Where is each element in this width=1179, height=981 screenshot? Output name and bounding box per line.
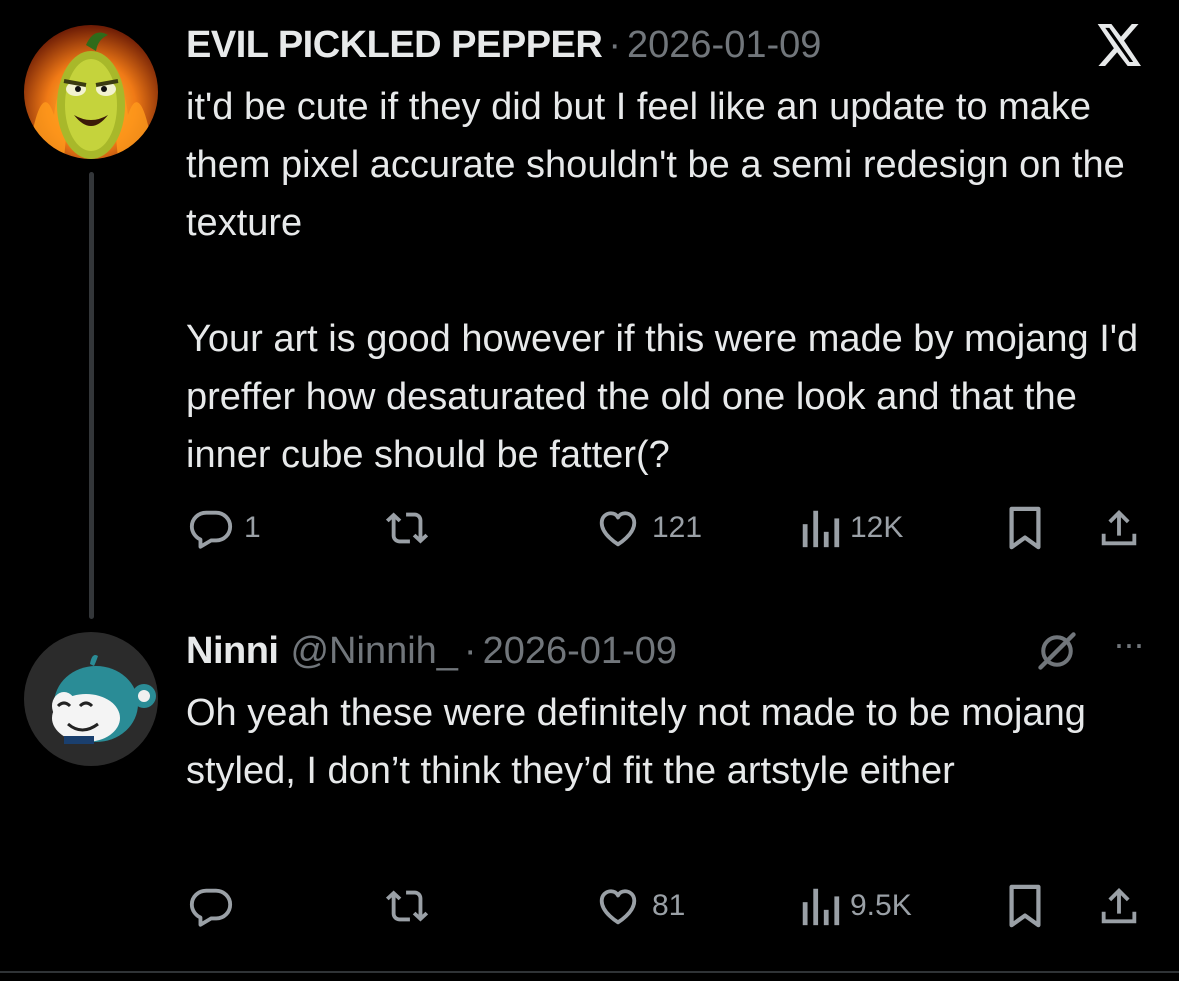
pepper-avatar-image bbox=[24, 25, 158, 159]
display-name[interactable]: Ninni bbox=[186, 626, 279, 676]
repost-icon bbox=[384, 505, 432, 551]
action-bar: 1 121 12K bbox=[186, 498, 1146, 558]
tweet-text: it'd be cute if they did but I feel like… bbox=[186, 78, 1156, 484]
tweet-paragraph: Your art is good however if this were ma… bbox=[186, 318, 1139, 476]
monkey-avatar-image bbox=[24, 632, 158, 766]
repost-button[interactable] bbox=[384, 876, 442, 936]
views-icon bbox=[800, 505, 840, 551]
like-button[interactable]: 121 bbox=[594, 498, 702, 558]
avatar[interactable] bbox=[24, 25, 158, 159]
x-logo-icon bbox=[1097, 24, 1143, 66]
tweet-date[interactable]: 2026-01-09 bbox=[627, 20, 821, 70]
avatar[interactable] bbox=[24, 632, 158, 766]
bookmark-icon bbox=[1004, 505, 1046, 551]
reply-button[interactable] bbox=[188, 876, 244, 936]
action-bar: 81 9.5K bbox=[186, 876, 1146, 936]
views-count: 12K bbox=[850, 511, 904, 544]
share-icon bbox=[1096, 505, 1142, 551]
like-button[interactable]: 81 bbox=[594, 876, 685, 936]
repost-icon bbox=[384, 883, 432, 929]
share-button[interactable] bbox=[1096, 498, 1142, 558]
repost-button[interactable] bbox=[384, 498, 442, 558]
views-button[interactable]: 12K bbox=[800, 498, 903, 558]
bookmark-button[interactable] bbox=[1004, 498, 1046, 558]
share-icon bbox=[1096, 883, 1142, 929]
heart-icon bbox=[594, 505, 642, 551]
tweet[interactable]: EVIL PICKLED PEPPER · 2026-01-09 it'd be… bbox=[0, 0, 1179, 600]
tweet-paragraph: Oh yeah these were definitely not made t… bbox=[186, 692, 1086, 792]
like-count: 81 bbox=[652, 889, 686, 922]
header-separator: · bbox=[463, 630, 477, 672]
display-name[interactable]: EVIL PICKLED PEPPER bbox=[186, 20, 603, 70]
grok-icon[interactable] bbox=[1035, 629, 1079, 673]
tweet-header: EVIL PICKLED PEPPER · 2026-01-09 bbox=[186, 20, 1143, 70]
bookmark-icon bbox=[1004, 883, 1046, 929]
heart-icon bbox=[594, 883, 642, 929]
tweet[interactable]: Ninni @Ninnih_ · 2026-01-09 ··· Oh yeah … bbox=[0, 600, 1179, 981]
like-count: 121 bbox=[652, 511, 703, 544]
header-separator: · bbox=[608, 24, 622, 66]
reply-icon bbox=[188, 883, 234, 929]
reply-count: 1 bbox=[244, 511, 261, 544]
tweet-header: Ninni @Ninnih_ · 2026-01-09 ··· bbox=[186, 624, 1145, 678]
views-count: 9.5K bbox=[850, 889, 912, 922]
tweet-text: Oh yeah these were definitely not made t… bbox=[186, 684, 1156, 800]
divider bbox=[0, 971, 1179, 973]
user-handle[interactable]: @Ninnih_ bbox=[290, 626, 457, 676]
more-options-icon[interactable]: ··· bbox=[1113, 624, 1145, 678]
bookmark-button[interactable] bbox=[1004, 876, 1046, 936]
reply-button[interactable]: 1 bbox=[188, 498, 261, 558]
views-icon bbox=[800, 883, 840, 929]
tweet-date[interactable]: 2026-01-09 bbox=[483, 626, 677, 676]
reply-icon bbox=[188, 505, 234, 551]
thread-view: EVIL PICKLED PEPPER · 2026-01-09 it'd be… bbox=[0, 0, 1179, 981]
share-button[interactable] bbox=[1096, 876, 1142, 936]
views-button[interactable]: 9.5K bbox=[800, 876, 912, 936]
tweet-paragraph: it'd be cute if they did but I feel like… bbox=[186, 86, 1125, 244]
